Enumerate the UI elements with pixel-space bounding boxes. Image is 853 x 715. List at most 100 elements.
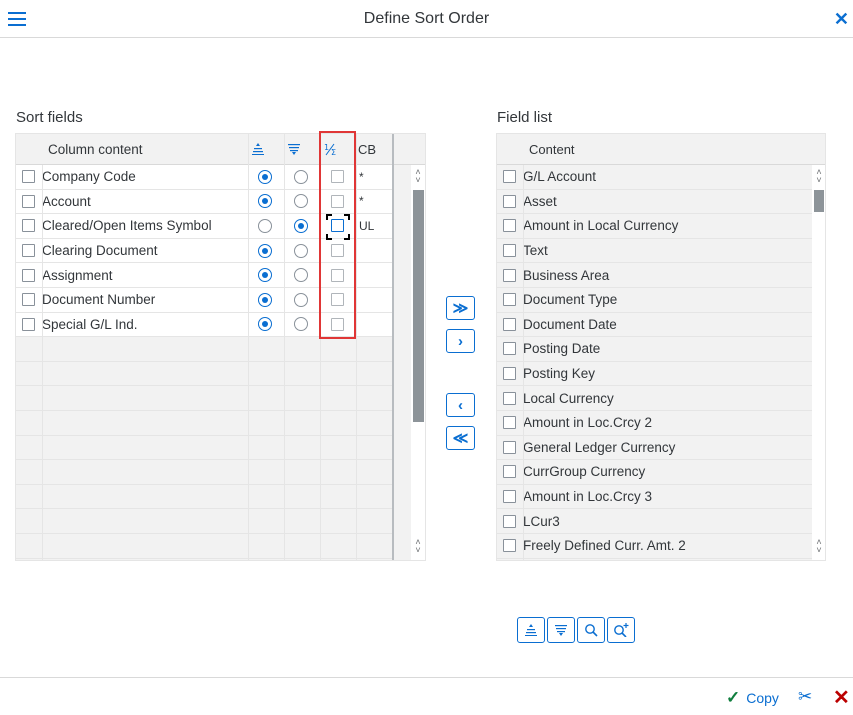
sort-descending-icon	[555, 625, 567, 636]
row-select-checkbox[interactable]	[22, 219, 35, 233]
list-item[interactable]: Text	[497, 238, 812, 264]
descending-radio[interactable]	[294, 218, 308, 233]
list-item[interactable]: Document Type	[497, 288, 812, 313]
descending-radio[interactable]	[294, 317, 308, 332]
row-select-checkbox[interactable]	[503, 268, 516, 282]
row-select-checkbox[interactable]	[503, 416, 516, 430]
subtotal-icon[interactable]: 1Σ	[322, 134, 340, 164]
sort-ascending-icon	[525, 624, 537, 636]
table-row	[16, 361, 392, 387]
table-row[interactable]: Special G/L Ind.	[16, 312, 392, 338]
scrollbar-thumb[interactable]	[413, 190, 424, 422]
sort-fields-title: Sort fields	[16, 109, 83, 126]
row-select-checkbox[interactable]	[22, 170, 35, 184]
scroll-down-icon[interactable]: ˄ ˅	[813, 538, 825, 555]
scroll-up-icon[interactable]: ˄ ˅	[412, 168, 424, 185]
row-select-checkbox[interactable]	[503, 514, 516, 528]
ascending-radio[interactable]	[258, 268, 272, 283]
row-select-checkbox[interactable]	[22, 194, 35, 208]
descending-radio[interactable]	[294, 243, 308, 258]
scroll-down-icon[interactable]: ˄ ˅	[412, 538, 424, 555]
list-item[interactable]: Amount in Local Currency	[497, 214, 812, 239]
row-select-checkbox[interactable]	[503, 342, 516, 356]
list-item[interactable]: Amount in Loc.Crcy 2	[497, 411, 812, 436]
row-select-checkbox[interactable]	[503, 367, 516, 381]
close-icon[interactable]: ✕	[834, 9, 849, 30]
sort-fields-table: Column content 1Σ CB Company Code * Accoun…	[15, 133, 426, 561]
search-next-button[interactable]	[607, 617, 635, 643]
table-row[interactable]: Clearing Document	[16, 238, 392, 264]
table-row[interactable]: Cleared/Open Items Symbol UL	[16, 214, 392, 239]
table-row[interactable]: Assignment	[16, 263, 392, 288]
list-item[interactable]: Document Date	[497, 312, 812, 338]
row-select-checkbox[interactable]	[503, 170, 516, 184]
ascending-radio[interactable]	[258, 243, 272, 258]
copy-button[interactable]: ✓ Copy	[726, 688, 779, 708]
sort-fields-scrollbar[interactable]: ˄ ˅ ˄ ˅	[411, 165, 425, 560]
search-button[interactable]	[577, 617, 605, 643]
list-item[interactable]: Posting Key	[497, 361, 812, 387]
subtotal-checkbox[interactable]	[331, 219, 344, 233]
check-icon: ✓	[726, 688, 741, 707]
table-row[interactable]: Account *	[16, 189, 392, 215]
scrollbar-thumb[interactable]	[814, 190, 824, 212]
descending-radio[interactable]	[294, 194, 308, 209]
row-select-checkbox[interactable]	[503, 391, 516, 405]
row-select-checkbox[interactable]	[503, 293, 516, 307]
field-name: Amount in Loc.Crcy 2	[523, 415, 653, 431]
row-select-checkbox[interactable]	[503, 194, 516, 208]
row-select-checkbox[interactable]	[503, 219, 516, 233]
move-right-button[interactable]: ›	[446, 329, 475, 353]
list-item[interactable]: Amount in Loc.Crcy 3	[497, 484, 812, 510]
scissors-icon[interactable]: ✂	[798, 687, 812, 707]
row-select-checkbox[interactable]	[503, 244, 516, 258]
sort-descending-icon[interactable]	[286, 134, 302, 164]
table-row[interactable]: Document Number	[16, 288, 392, 313]
descending-radio[interactable]	[294, 169, 308, 184]
list-item[interactable]: LCur3	[497, 509, 812, 534]
move-left-button[interactable]: ‹	[446, 393, 475, 417]
ascending-radio[interactable]	[258, 194, 272, 209]
ascending-radio[interactable]	[258, 317, 272, 332]
ascending-radio[interactable]	[258, 169, 272, 184]
content-header: Content	[529, 141, 575, 157]
subtotal-checkbox[interactable]	[331, 244, 344, 258]
row-select-checkbox[interactable]	[503, 539, 516, 553]
list-item[interactable]: General Ledger Currency	[497, 435, 812, 461]
row-select-checkbox[interactable]	[503, 317, 516, 331]
list-item[interactable]: Asset	[497, 189, 812, 215]
row-select-checkbox[interactable]	[22, 268, 35, 282]
ascending-radio[interactable]	[258, 292, 272, 307]
row-select-checkbox[interactable]	[503, 490, 516, 504]
move-all-right-button[interactable]: ≫	[446, 296, 475, 320]
subtotal-checkbox[interactable]	[331, 268, 344, 282]
list-item[interactable]: G/L Account	[497, 165, 812, 190]
subtotal-checkbox[interactable]	[331, 170, 344, 184]
row-select-checkbox[interactable]	[503, 465, 516, 479]
row-select-checkbox[interactable]	[22, 317, 35, 331]
row-select-checkbox[interactable]	[503, 440, 516, 454]
list-item[interactable]: Freely Defined Curr. Amt. 2	[497, 534, 812, 559]
move-all-left-button[interactable]: ≪	[446, 426, 475, 450]
sort-ascending-button[interactable]	[517, 617, 545, 643]
list-item[interactable]: CurrGroup Currency	[497, 460, 812, 485]
field-list-scrollbar[interactable]: ˄ ˅ ˄ ˅	[812, 165, 825, 560]
sort-descending-button[interactable]	[547, 617, 575, 643]
list-item[interactable]: Posting Date	[497, 337, 812, 362]
ascending-radio[interactable]	[258, 218, 272, 233]
subtotal-checkbox[interactable]	[331, 317, 344, 331]
field-name: Company Code	[42, 169, 136, 185]
sort-ascending-icon[interactable]	[250, 134, 266, 164]
descending-radio[interactable]	[294, 268, 308, 283]
subtotal-checkbox[interactable]	[331, 194, 344, 208]
descending-radio[interactable]	[294, 292, 308, 307]
table-row[interactable]: Company Code *	[16, 165, 392, 190]
list-item[interactable]: Business Area	[497, 263, 812, 288]
field-name: LCur3	[523, 513, 560, 529]
scroll-up-icon[interactable]: ˄ ˅	[813, 168, 825, 185]
cancel-icon[interactable]: ✕	[833, 685, 850, 710]
subtotal-checkbox[interactable]	[331, 293, 344, 307]
row-select-checkbox[interactable]	[22, 293, 35, 307]
list-item[interactable]: Local Currency	[497, 386, 812, 411]
row-select-checkbox[interactable]	[22, 244, 35, 258]
